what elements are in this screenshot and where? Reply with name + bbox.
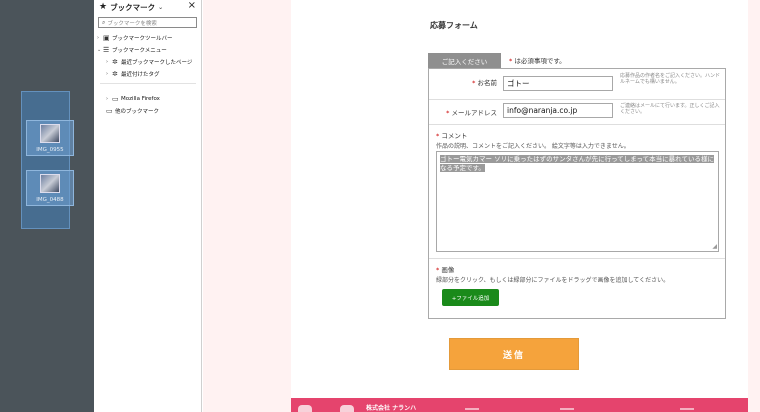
tree-item-label: 他のブックマーク bbox=[115, 108, 160, 115]
footer-link[interactable] bbox=[680, 408, 694, 410]
required-mark: * bbox=[509, 57, 513, 65]
tree-item-label: ブックマークメニュー bbox=[112, 47, 167, 54]
email-hint: ご連絡はメールにて行います。正しくご記入ください。 bbox=[620, 103, 720, 115]
divider bbox=[429, 258, 725, 259]
email-label-text: メールアドレス bbox=[451, 109, 498, 117]
file-label: IMG_0488 bbox=[36, 197, 64, 203]
email-label: * メールアドレス bbox=[440, 107, 497, 117]
file-label: IMG_0955 bbox=[36, 147, 64, 153]
bookmark-search-input[interactable]: ⌕ ブックマークを検索 bbox=[98, 17, 197, 28]
comment-selected-text: ゴトー電気カマー ソリに乗ったはずのサンタさんが先に行ってしまって本当に暴れてい… bbox=[440, 155, 714, 172]
desktop-file-icon[interactable]: IMG_0488 bbox=[26, 170, 74, 206]
required-mark: * bbox=[436, 132, 440, 140]
tree-item-tags[interactable]: › ✲ 最近付けたタグ bbox=[106, 68, 160, 79]
comment-textarea[interactable]: ゴトー電気カマー ソリに乗ったはずのサンタさんが先に行ってしまって本当に暴れてい… bbox=[436, 151, 719, 252]
name-label: * お名前 bbox=[455, 77, 497, 87]
star-icon: ★ bbox=[99, 2, 108, 12]
tree-item-toolbar[interactable]: › ▣ ブックマークツールバー bbox=[97, 32, 173, 43]
name-field[interactable]: ゴトー bbox=[503, 76, 613, 91]
name-label-text: お名前 bbox=[477, 79, 498, 87]
selection-rectangle bbox=[21, 91, 70, 229]
required-mark: * bbox=[446, 109, 450, 117]
tree-item-label: ブックマークツールバー bbox=[112, 35, 173, 42]
menu-icon: ☰ bbox=[103, 45, 110, 54]
divider bbox=[429, 124, 725, 125]
tree-item-menu[interactable]: ⌄ ☰ ブックマークメニュー bbox=[97, 44, 167, 55]
gear-icon: ✲ bbox=[112, 69, 118, 78]
comment-label-text: コメント bbox=[441, 132, 468, 140]
comment-text: ゴトー電気カマー ソリに乗ったはずのサンタさんが先に行ってしまって本当に暴れてい… bbox=[440, 155, 716, 173]
tab-fill-in[interactable]: ご記入ください bbox=[428, 53, 501, 68]
required-mark: * bbox=[472, 79, 476, 87]
folder-icon: ▭ bbox=[112, 94, 119, 103]
divider bbox=[100, 83, 196, 84]
search-icon: ⌕ bbox=[102, 18, 106, 26]
comment-description: 作品の説明、コメントをご記入ください。 絵文字等は入力できません。 bbox=[436, 143, 630, 150]
footer-link[interactable] bbox=[465, 408, 479, 410]
divider bbox=[429, 99, 725, 100]
image-label-text: 画像 bbox=[441, 266, 455, 274]
logo-icon bbox=[298, 405, 312, 412]
toolbar-icon: ▣ bbox=[103, 33, 110, 42]
image-label: * 画像 bbox=[436, 264, 454, 274]
close-icon[interactable]: × bbox=[188, 0, 196, 11]
gear-icon: ✲ bbox=[112, 57, 118, 66]
image-description: 緑部分をクリック、もしくは緑部分にファイルをドラッグで画像を追加してください。 bbox=[436, 277, 670, 284]
image-thumbnail-icon bbox=[40, 174, 60, 193]
comment-label: * コメント bbox=[436, 130, 467, 140]
required-mark: * bbox=[436, 266, 440, 274]
folder-icon: ▭ bbox=[106, 106, 113, 115]
add-file-button[interactable]: +ファイル追加 bbox=[442, 289, 499, 306]
footer-company: 株式会社 ナランハ bbox=[366, 405, 417, 412]
submit-button[interactable]: 送信 bbox=[449, 338, 579, 370]
image-thumbnail-icon bbox=[40, 124, 60, 143]
search-placeholder: ブックマークを検索 bbox=[107, 20, 157, 27]
required-note-text: は必須事項です。 bbox=[514, 57, 566, 65]
tree-item-recent[interactable]: › ✲ 最近ブックマークしたページ bbox=[106, 56, 192, 67]
tree-item-label: Mozilla Firefox bbox=[121, 95, 160, 102]
desktop-file-icon[interactable]: IMG_0955 bbox=[26, 120, 74, 156]
footer-link[interactable] bbox=[560, 408, 574, 410]
resize-handle-icon[interactable]: ◢ bbox=[712, 243, 717, 250]
tree-item-label: 最近付けたタグ bbox=[121, 71, 160, 78]
bookmark-sidebar: ★ ブックマーク ⌄ × ⌕ ブックマークを検索 › ▣ ブックマークツールバー… bbox=[94, 0, 202, 412]
email-field[interactable]: info@naranja.co.jp bbox=[503, 103, 613, 118]
desktop-area: IMG_0955 IMG_0488 bbox=[0, 0, 94, 412]
tree-item-label: 最近ブックマークしたページ bbox=[121, 59, 193, 66]
chevron-down-icon[interactable]: ⌄ bbox=[158, 4, 163, 11]
page-title: 応募フォーム bbox=[430, 21, 478, 30]
tree-item-other[interactable]: ▭ 他のブックマーク bbox=[106, 105, 159, 116]
sidebar-header[interactable]: ★ ブックマーク ⌄ × bbox=[94, 0, 201, 14]
tree-item-mozilla[interactable]: › ▭ Mozilla Firefox bbox=[106, 93, 160, 104]
name-hint: 応募作品の作者名をご記入ください。ハンドルネームでも構いません。 bbox=[620, 73, 721, 85]
logo-icon bbox=[340, 405, 354, 412]
sidebar-title: ブックマーク bbox=[110, 2, 156, 12]
required-note: * は必須事項です。 bbox=[509, 55, 566, 65]
